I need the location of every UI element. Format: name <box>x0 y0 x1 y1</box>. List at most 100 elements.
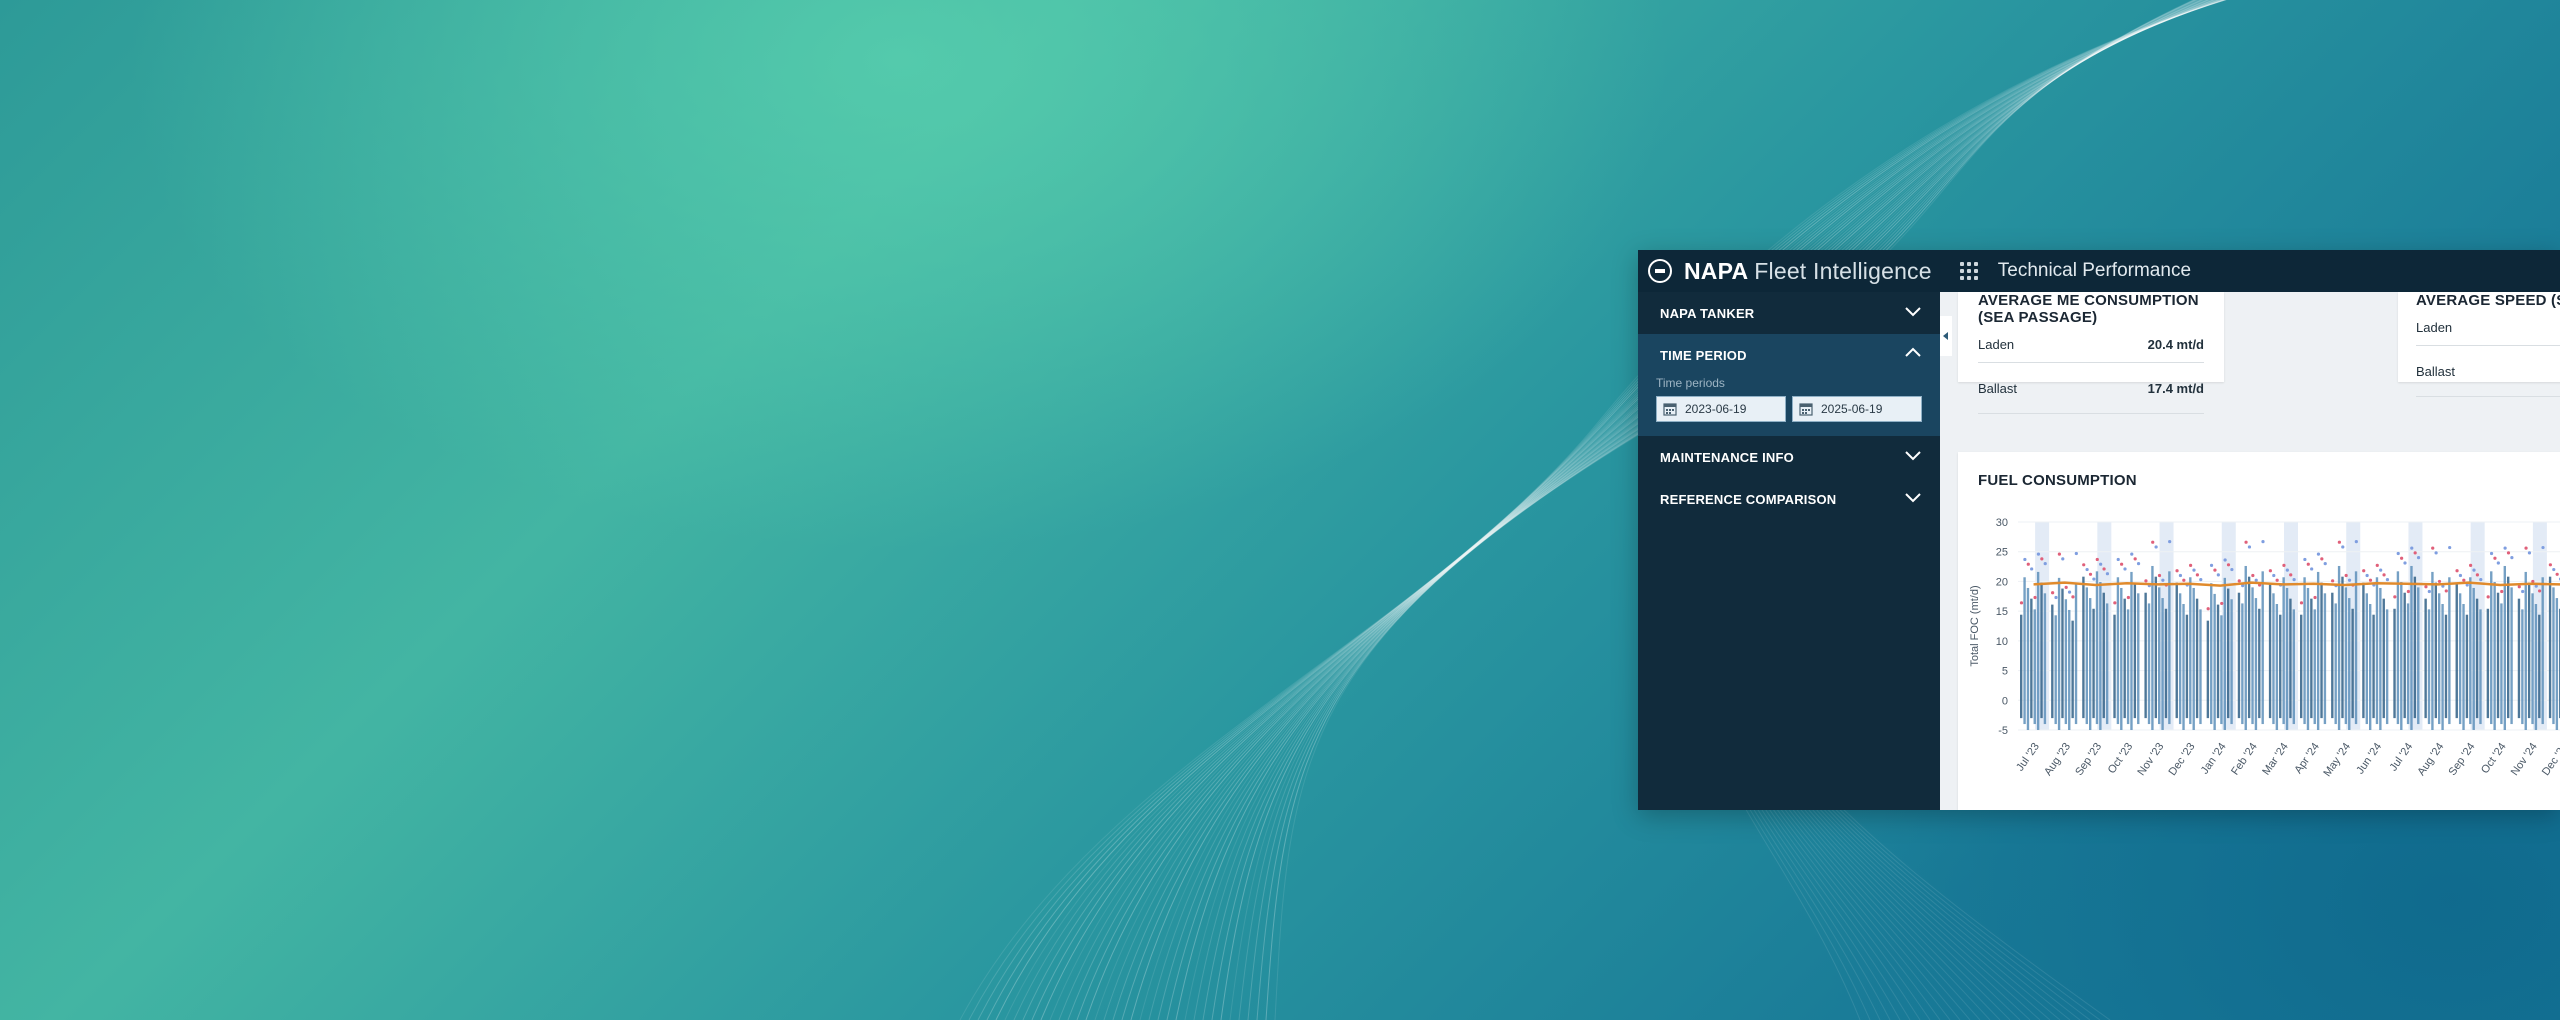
measurement-point <box>2527 551 2532 555</box>
fuel-bar <box>2189 577 2192 725</box>
measurement-point <box>2496 561 2500 565</box>
measurement-point <box>2555 572 2559 576</box>
section-header[interactable]: TIME PERIOD <box>1638 334 1940 376</box>
fuel-bar <box>2133 582 2137 719</box>
measurement-point <box>2510 556 2514 560</box>
measurement-point <box>2151 540 2155 544</box>
x-tick-label: Dec '24 <box>2540 741 2560 778</box>
measurement-point <box>2289 573 2293 577</box>
measurement-point <box>2036 552 2041 556</box>
start-date-value: 2023-06-19 <box>1685 402 1747 416</box>
x-tick-label: Oct '23 <box>2106 741 2136 776</box>
fuel-bar <box>2469 577 2472 725</box>
measurement-point <box>2019 601 2024 605</box>
measurement-point <box>2365 573 2369 578</box>
date-range: 2023-06-19 2025-06-19 <box>1656 396 1922 422</box>
section-label: MAINTENANCE INFO <box>1660 449 1794 465</box>
fuel-bar <box>2531 593 2534 725</box>
measurement-point <box>2209 563 2214 567</box>
measurement-point <box>2341 545 2345 549</box>
fuel-bar <box>2210 583 2213 725</box>
measurement-point <box>2064 585 2068 589</box>
measurement-point <box>2195 573 2199 577</box>
measurement-point <box>2337 540 2341 544</box>
fuel-bar <box>2372 614 2375 719</box>
fuel-bar <box>2061 588 2064 719</box>
measurement-point <box>2130 552 2134 556</box>
brand-title: NAPA Fleet Intelligence <box>1684 258 1932 285</box>
fuel-bar <box>2527 582 2531 719</box>
measurement-point <box>2538 589 2542 593</box>
fuel-bar <box>2020 614 2023 719</box>
sidebar: NAPA TANKER TIME PERIOD Time periods 202… <box>1638 292 1940 810</box>
section-label: TIME PERIOD <box>1660 347 1747 363</box>
fuel-bar <box>2500 603 2503 725</box>
fuel-bar <box>2182 604 2185 730</box>
measurement-point <box>2493 556 2497 560</box>
fuel-bar <box>2458 593 2462 725</box>
ballast-row: Ballast 17.4 mt/d <box>1978 363 2204 414</box>
fuel-bar <box>2396 571 2400 725</box>
measurement-point <box>2043 562 2047 566</box>
measurement-point <box>2437 579 2442 584</box>
fuel-bar <box>2095 571 2099 725</box>
fuel-bar <box>2403 592 2406 719</box>
y-tick-label: 10 <box>1996 636 2008 648</box>
fuel-bar <box>2057 577 2061 730</box>
measurement-point <box>2113 601 2117 605</box>
measurement-point <box>2413 551 2417 555</box>
section-header[interactable]: NAPA TANKER <box>1638 292 1940 334</box>
y-tick-label: 0 <box>2002 695 2008 707</box>
fuel-bar <box>2369 604 2372 730</box>
fuel-bar <box>2268 582 2272 719</box>
app-grid-icon[interactable] <box>1959 262 1978 280</box>
end-date-field[interactable]: 2025-06-19 <box>1792 396 1922 422</box>
x-tick-label: Oct '24 <box>2479 741 2509 776</box>
fuel-bar <box>2151 565 2154 730</box>
fuel-bar <box>2279 614 2282 719</box>
x-tick-label: Apr '24 <box>2292 741 2322 776</box>
fuel-bar <box>2137 593 2140 725</box>
measurement-point <box>2531 579 2535 584</box>
sidebar-collapse-toggle[interactable] <box>1940 316 1952 356</box>
chevron-up-icon <box>1904 347 1921 363</box>
measurement-point <box>2026 562 2030 566</box>
chevron-down-icon <box>1904 305 1921 321</box>
fuel-bar <box>2164 608 2168 719</box>
measurement-point <box>2306 562 2310 566</box>
measurement-point <box>2192 568 2196 572</box>
fuel-bar <box>2524 571 2527 730</box>
measurement-point <box>2161 578 2165 582</box>
x-tick-label: Feb '24 <box>2229 741 2260 778</box>
fuel-bar <box>2147 603 2151 725</box>
fuel-bar <box>2023 577 2026 725</box>
x-tick-label: May '24 <box>2321 741 2353 779</box>
y-tick-label: 30 <box>1996 517 2008 529</box>
fuel-bar <box>2320 582 2323 719</box>
fuel-bar <box>2465 614 2469 719</box>
measurement-point <box>2506 551 2511 555</box>
fuel-bar <box>2510 587 2513 725</box>
x-tick-label: Mar '24 <box>2260 741 2291 778</box>
row-label: Ballast <box>2416 363 2456 379</box>
y-tick-label: 25 <box>1996 547 2008 559</box>
measurement-point <box>2105 572 2110 576</box>
fuel-bar <box>2289 598 2292 719</box>
section-header[interactable]: REFERENCE COMPARISON <box>1638 478 1940 520</box>
measurement-point <box>2323 562 2327 566</box>
fuel-bar <box>2385 609 2389 725</box>
module-title: Technical Performance <box>1997 260 2192 281</box>
measurement-point <box>2223 558 2227 562</box>
fuel-bar <box>2230 599 2233 725</box>
fuel-bar <box>2521 609 2524 725</box>
measurement-point <box>2182 578 2186 582</box>
start-date-field[interactable]: 2023-06-19 <box>1656 396 1786 422</box>
fuel-bar <box>2479 609 2482 725</box>
section-header[interactable]: MAINTENANCE INFO <box>1638 436 1940 478</box>
fuel-bar <box>2462 604 2465 730</box>
measurement-point <box>2486 595 2490 599</box>
fuel-bar <box>2417 587 2420 725</box>
measurement-point <box>2054 595 2058 600</box>
fuel-bar <box>2503 565 2506 730</box>
measurement-point <box>2144 579 2148 583</box>
